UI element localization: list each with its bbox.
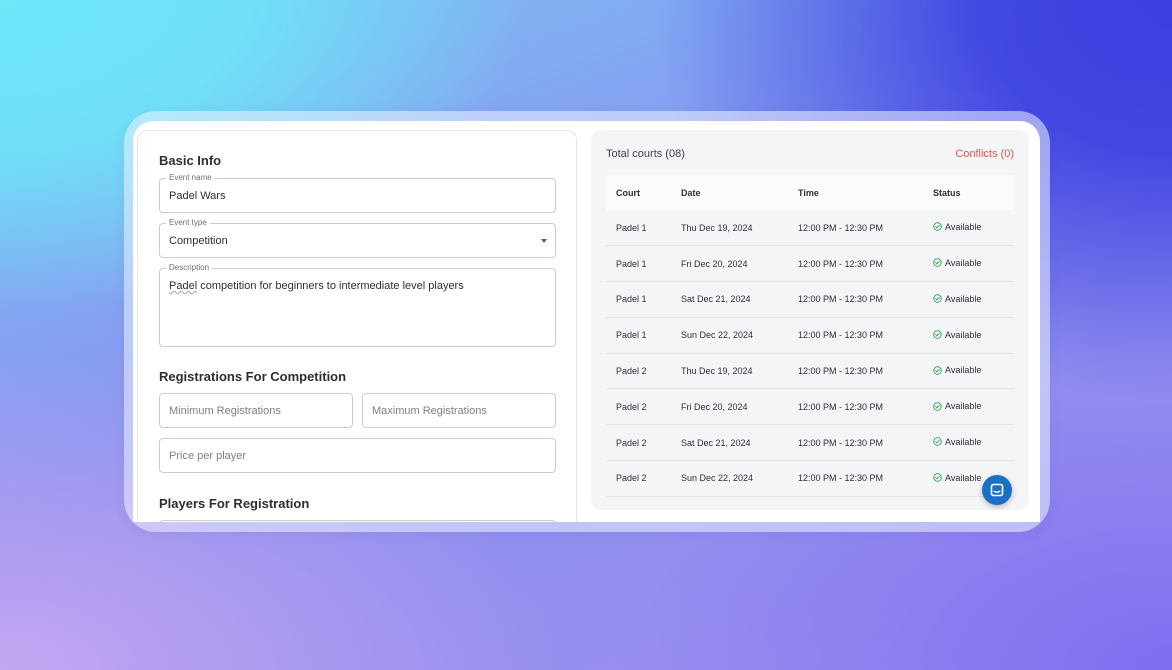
event-form-panel: Basic Info Event name Padel Wars Event t… <box>137 130 577 522</box>
description-first-word: Padel <box>169 280 198 292</box>
court-cell: Padel 1 <box>616 330 647 341</box>
court-cell: Padel 2 <box>616 437 647 448</box>
check-circle-icon <box>933 294 942 303</box>
chat-icon <box>990 483 1004 497</box>
status-label: Available <box>945 365 982 376</box>
price-per-player-input[interactable]: Price per player <box>159 438 556 473</box>
event-setup-card: Basic Info Event name Padel Wars Event t… <box>133 121 1040 522</box>
court-cell: Padel 1 <box>616 294 647 305</box>
status-cell: Available <box>923 317 1014 353</box>
table-row[interactable]: Padel 2 Thu Dec 19, 2024 12:00 PM - 12:30 … <box>606 353 1014 389</box>
date-cell: Fri Dec 20, 2024 <box>681 401 748 412</box>
status-cell: Available <box>923 246 1014 282</box>
check-circle-icon <box>933 473 942 482</box>
table-row[interactable]: Padel 1 Fri Dec 20, 2024 12:00 PM - 12:30 … <box>606 246 1014 282</box>
time-cell: 12:00 PM - 12:30 PM <box>798 401 884 412</box>
table-row[interactable]: Padel 2 Sun Dec 22, 2024 12:00 PM - 12:30 … <box>606 461 1014 497</box>
description-rest: competition for beginners to intermediat… <box>197 280 464 292</box>
event-name-label: Event name <box>166 173 215 183</box>
time-cell: 12:00 PM - 12:30 PM <box>798 366 884 377</box>
time-cell: 12:00 PM - 12:30 PM <box>798 258 884 269</box>
description-label: Description <box>166 263 213 273</box>
status-badge: Available <box>933 258 981 268</box>
table-row[interactable]: Padel 2 Fri Dec 20, 2024 12:00 PM - 12:30 … <box>606 389 1014 425</box>
status-cell: Available <box>923 282 1014 318</box>
column-header-time: Time <box>798 187 819 198</box>
table-row[interactable]: Padel 2 Sat Dec 21, 2024 12:00 PM - 12:30 … <box>606 425 1014 461</box>
status-badge: Available <box>933 330 981 340</box>
min-registrations-placeholder: Minimum Registrations <box>169 405 281 417</box>
event-type-value: Competition <box>169 235 228 247</box>
time-cell: 12:00 PM - 12:30 PM <box>798 330 884 341</box>
status-cell: Available <box>923 353 1014 389</box>
court-cell: Padel 1 <box>616 258 647 269</box>
chevron-down-icon[interactable] <box>541 239 547 243</box>
status-badge: Available <box>933 365 981 375</box>
status-badge: Available <box>933 437 981 447</box>
players-input[interactable] <box>159 520 556 522</box>
description-value: Padel competition for beginners to inter… <box>169 280 464 292</box>
status-cell: Available <box>923 389 1014 425</box>
status-badge: Available <box>933 294 981 304</box>
column-header-date: Date <box>681 187 701 198</box>
status-cell: Available <box>923 425 1014 461</box>
event-name-field[interactable]: Event name Padel Wars <box>159 173 556 213</box>
court-cell: Padel 2 <box>616 401 647 412</box>
players-title: Players For Registration <box>159 496 310 511</box>
status-badge: Available <box>933 222 981 232</box>
status-label: Available <box>945 257 982 268</box>
check-circle-icon <box>933 222 942 232</box>
registrations-title: Registrations For Competition <box>159 369 347 384</box>
status-label: Available <box>945 401 982 412</box>
table-row[interactable]: Padel 1 Sat Dec 21, 2024 12:00 PM - 12:30 … <box>606 282 1014 318</box>
total-courts-label: Total courts (08) <box>606 148 685 160</box>
status-badge: Available <box>933 473 981 483</box>
event-type-label: Event type <box>166 218 210 228</box>
max-registrations-input[interactable]: Maximum Registrations <box>362 393 556 428</box>
price-per-player-placeholder: Price per player <box>169 450 247 462</box>
basic-info-title: Basic Info <box>159 153 222 168</box>
max-registrations-placeholder: Maximum Registrations <box>372 405 487 417</box>
date-cell: Thu Dec 19, 2024 <box>681 366 753 377</box>
chat-button[interactable] <box>982 475 1012 505</box>
status-badge: Available <box>933 401 981 411</box>
status-label: Available <box>945 293 982 304</box>
status-label: Available <box>945 472 982 483</box>
column-header-court: Court <box>616 187 640 198</box>
check-circle-icon <box>933 258 942 268</box>
table-row[interactable]: Padel 1 Thu Dec 19, 2024 12:00 PM - 12:30 … <box>606 210 1014 246</box>
court-cell: Padel 2 <box>616 473 647 484</box>
date-cell: Thu Dec 19, 2024 <box>681 222 753 233</box>
time-cell: 12:00 PM - 12:30 PM <box>798 294 884 305</box>
check-circle-icon <box>933 401 942 411</box>
description-field[interactable]: Description Padel competition for beginn… <box>159 263 556 347</box>
time-cell: 12:00 PM - 12:30 PM <box>798 437 884 448</box>
date-cell: Sun Dec 22, 2024 <box>681 330 754 341</box>
conflicts-link[interactable]: Conflicts (0) <box>955 148 1014 160</box>
date-cell: Sat Dec 21, 2024 <box>681 437 751 448</box>
courts-table: Court Date Time Status Padel 1 Thu Dec 19… <box>606 175 1014 497</box>
courts-panel: Total courts (08) Conflicts (0) Court Da… <box>591 130 1029 510</box>
date-cell: Fri Dec 20, 2024 <box>681 258 748 269</box>
time-cell: 12:00 PM - 12:30 PM <box>798 473 884 484</box>
date-cell: Sat Dec 21, 2024 <box>681 294 751 305</box>
status-label: Available <box>945 436 982 447</box>
column-header-status: Status <box>933 187 961 198</box>
status-label: Available <box>945 329 982 340</box>
status-cell: Available <box>923 210 1014 246</box>
event-name-value: Padel Wars <box>169 190 226 202</box>
court-cell: Padel 2 <box>616 366 647 377</box>
date-cell: Sun Dec 22, 2024 <box>681 473 754 484</box>
event-type-select[interactable]: Event type Competition <box>159 218 556 258</box>
table-row[interactable]: Padel 1 Sun Dec 22, 2024 12:00 PM - 12:30 … <box>606 317 1014 354</box>
time-cell: 12:00 PM - 12:30 PM <box>798 222 884 233</box>
min-registrations-input[interactable]: Minimum Registrations <box>159 393 353 428</box>
status-label: Available <box>945 221 982 232</box>
check-circle-icon <box>933 366 942 375</box>
check-circle-icon <box>933 437 942 447</box>
check-circle-icon <box>933 330 942 339</box>
court-cell: Padel 1 <box>616 222 647 233</box>
table-header-row: Court Date Time Status <box>606 175 1014 210</box>
